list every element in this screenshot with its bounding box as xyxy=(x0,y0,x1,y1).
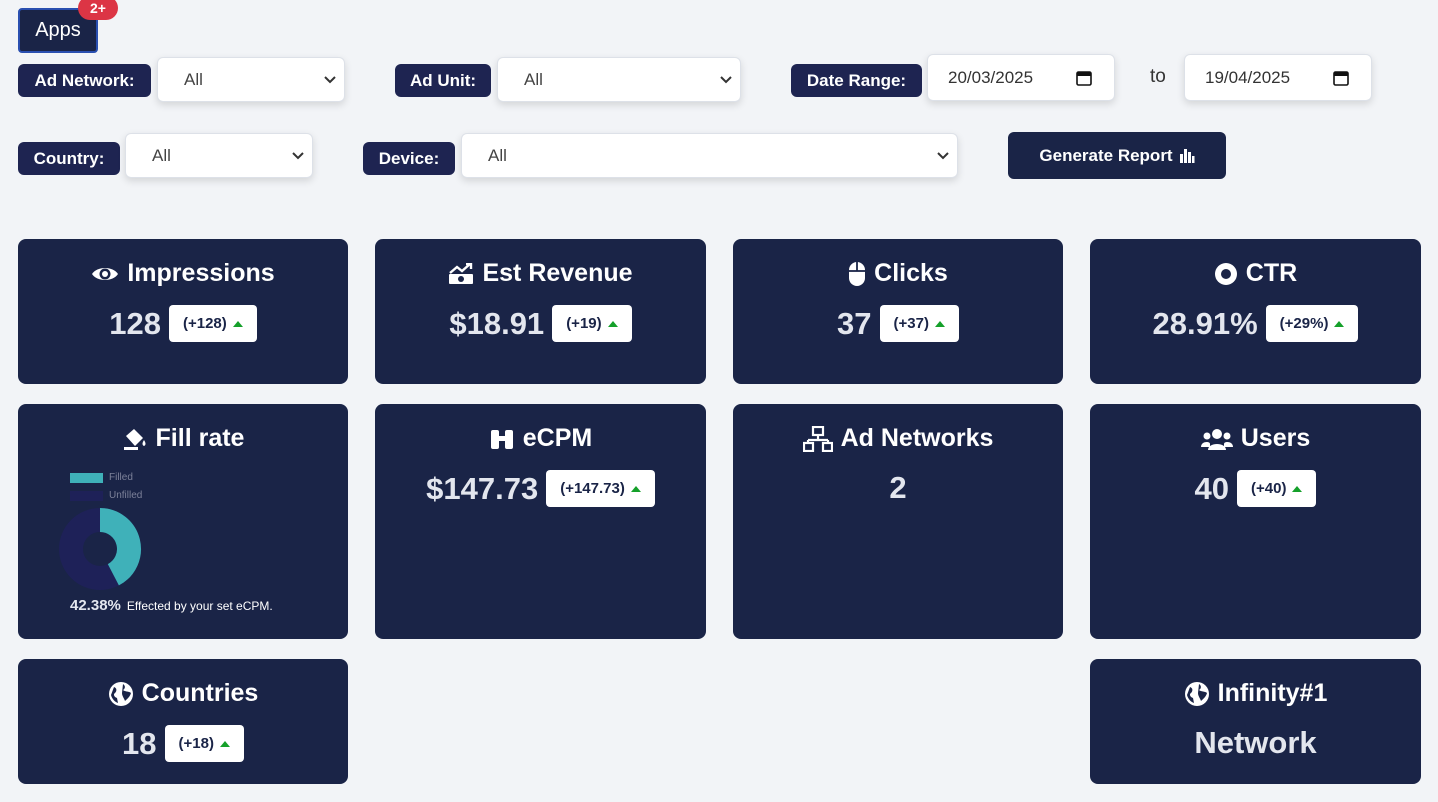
ctr-delta-badge: (+29%) xyxy=(1265,305,1359,342)
network-icon xyxy=(802,425,833,452)
globe-icon xyxy=(1184,681,1209,706)
up-arrow-icon xyxy=(607,320,618,327)
mouse-icon xyxy=(849,261,866,286)
countries-delta: (+18) xyxy=(178,735,214,752)
infinity-value: Network xyxy=(1194,725,1317,760)
legend-unfilled-swatch xyxy=(70,490,103,501)
revenue-title: Est Revenue xyxy=(482,259,633,287)
binoculars-icon xyxy=(490,429,513,449)
device-label: Device: xyxy=(363,142,455,175)
clicks-title: Clicks xyxy=(874,259,948,287)
date-to-input[interactable]: 19/04/2025 xyxy=(1184,54,1372,101)
impressions-delta-badge: (+128) xyxy=(168,305,257,342)
ad-unit-label: Ad Unit: xyxy=(395,64,491,97)
ad-network-select[interactable]: All xyxy=(157,57,345,102)
ctr-delta: (+29%) xyxy=(1279,315,1329,332)
users-icon xyxy=(1200,428,1233,450)
legend-filled-swatch xyxy=(70,472,103,483)
fill-rate-caption: 42.38% Effected by your set eCPM. xyxy=(70,597,273,614)
fill-bucket-icon xyxy=(123,428,146,450)
ad-networks-title: Ad Networks xyxy=(840,424,994,452)
eye-icon xyxy=(92,267,119,280)
ecpm-title: eCPM xyxy=(522,424,593,452)
chevron-down-icon xyxy=(292,151,304,159)
clicks-delta-badge: (+37) xyxy=(879,305,959,342)
impressions-value: 128 xyxy=(109,305,161,341)
countries-delta-badge: (+18) xyxy=(164,725,244,762)
ecpm-card: eCPM $147.73 (+147.73) xyxy=(375,404,706,639)
revenue-delta-badge: (+19) xyxy=(552,305,632,342)
ecpm-delta: (+147.73) xyxy=(560,480,625,497)
revenue-card: Est Revenue $18.91 (+19) xyxy=(375,239,706,384)
date-to-value: 19/04/2025 xyxy=(1205,67,1291,87)
ecpm-delta-badge: (+147.73) xyxy=(546,470,655,507)
up-arrow-icon xyxy=(630,485,641,492)
impressions-title: Impressions xyxy=(127,259,275,287)
date-from-value: 20/03/2025 xyxy=(948,67,1034,87)
infinity-network-card: Infinity#1 Network xyxy=(1090,659,1421,784)
users-title: Users xyxy=(1240,424,1311,452)
ad-networks-card: Ad Networks 2 xyxy=(733,404,1063,639)
country-label: Country: xyxy=(18,142,120,175)
apps-button-label: Apps xyxy=(35,19,81,41)
countries-title: Countries xyxy=(141,679,259,707)
generate-report-label: Generate Report xyxy=(1039,145,1173,165)
chevron-down-icon xyxy=(937,151,949,159)
legend-filled-label: Filled xyxy=(109,472,133,483)
fill-rate-donut-chart xyxy=(59,508,141,590)
calendar-icon xyxy=(1076,70,1092,86)
clicks-value: 37 xyxy=(837,305,872,341)
fill-rate-card: Fill rate Filled Unfilled 42.38% Effecte… xyxy=(18,404,348,639)
ad-unit-value: All xyxy=(524,69,543,89)
calendar-icon xyxy=(1333,70,1349,86)
legend-unfilled-label: Unfilled xyxy=(109,490,143,501)
to-label: to xyxy=(1150,66,1166,87)
countries-value: 18 xyxy=(122,725,157,761)
legend-unfilled: Unfilled xyxy=(70,490,142,501)
chevron-down-icon xyxy=(720,75,732,83)
ad-networks-value: 2 xyxy=(889,470,907,505)
fill-rate-percent: 42.38% xyxy=(70,597,121,614)
chevron-down-icon xyxy=(324,75,336,83)
device-select[interactable]: All xyxy=(461,133,958,178)
clicks-card: Clicks 37 (+37) xyxy=(733,239,1063,384)
infinity-title: Infinity#1 xyxy=(1217,679,1328,707)
ctr-value: 28.91% xyxy=(1152,305,1258,341)
ad-unit-select[interactable]: All xyxy=(497,57,741,102)
apps-count-badge: 2+ xyxy=(78,0,118,20)
ecpm-value: $147.73 xyxy=(426,470,539,506)
users-delta-badge: (+40) xyxy=(1237,470,1317,507)
ctr-title: CTR xyxy=(1245,259,1298,287)
up-arrow-icon xyxy=(219,740,230,747)
up-arrow-icon xyxy=(1334,320,1345,327)
fill-rate-title: Fill rate xyxy=(155,424,245,452)
generate-report-button[interactable]: Generate Report xyxy=(1008,132,1226,179)
ad-network-value: All xyxy=(184,69,203,89)
bar-chart-icon xyxy=(1179,148,1195,163)
country-select[interactable]: All xyxy=(125,133,313,178)
globe-icon xyxy=(108,681,133,706)
money-trend-icon xyxy=(449,262,474,284)
up-arrow-icon xyxy=(934,320,945,327)
date-from-input[interactable]: 20/03/2025 xyxy=(927,54,1115,101)
users-card: Users 40 (+40) xyxy=(1090,404,1421,639)
country-value: All xyxy=(152,145,171,165)
users-value: 40 xyxy=(1194,470,1230,506)
fill-rate-note: Effected by your set eCPM. xyxy=(126,599,273,613)
up-arrow-icon xyxy=(1292,485,1303,492)
target-icon xyxy=(1214,262,1237,285)
ad-network-label: Ad Network: xyxy=(18,64,151,97)
legend-filled: Filled xyxy=(70,472,133,483)
revenue-value: $18.91 xyxy=(449,305,545,341)
clicks-delta: (+37) xyxy=(893,315,929,332)
up-arrow-icon xyxy=(232,320,243,327)
device-value: All xyxy=(488,145,507,165)
revenue-delta: (+19) xyxy=(566,315,602,332)
impressions-card: Impressions 128 (+128) xyxy=(18,239,348,384)
countries-card: Countries 18 (+18) xyxy=(18,659,348,784)
impressions-delta: (+128) xyxy=(182,315,227,332)
date-range-label: Date Range: xyxy=(791,64,922,97)
users-delta: (+40) xyxy=(1251,480,1287,497)
ctr-card: CTR 28.91% (+29%) xyxy=(1090,239,1421,384)
